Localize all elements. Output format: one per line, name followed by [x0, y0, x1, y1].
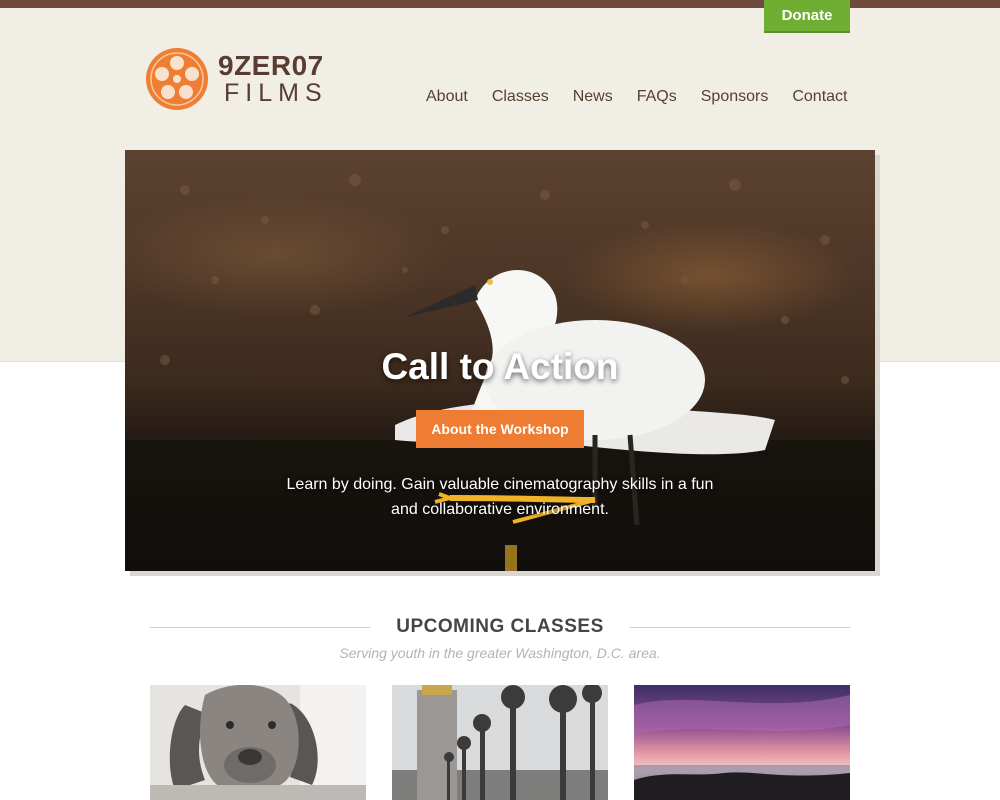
- section-subtitle: Serving youth in the greater Washington,…: [339, 645, 661, 661]
- nav-faqs[interactable]: FAQs: [637, 88, 677, 106]
- dog-photo: [150, 685, 366, 800]
- class-card-image-sunset[interactable]: [634, 685, 850, 800]
- section-title: UPCOMING CLASSES: [396, 616, 604, 637]
- hero-title: Call to Action: [381, 346, 619, 387]
- nav-sponsors[interactable]: Sponsors: [701, 88, 769, 106]
- hero-banner: Call to Action About the Workshop Learn …: [125, 150, 875, 571]
- class-card-image-lamps[interactable]: [392, 685, 608, 800]
- sunset-photo: [634, 685, 850, 800]
- section-rule-right: [630, 627, 850, 628]
- top-bar: [0, 0, 1000, 8]
- site-logo[interactable]: 9ZER07 FILMS: [144, 46, 334, 112]
- film-reel-icon: [146, 48, 208, 110]
- class-card-image-dog[interactable]: [150, 685, 366, 800]
- nav-news[interactable]: News: [573, 88, 613, 106]
- nav-about[interactable]: About: [426, 88, 468, 106]
- logo-text-top: 9ZER07: [218, 50, 324, 81]
- donate-button[interactable]: Donate: [764, 0, 850, 33]
- about-workshop-button[interactable]: About the Workshop: [416, 410, 584, 448]
- nav-classes[interactable]: Classes: [492, 88, 549, 106]
- lamps-photo: [392, 685, 608, 800]
- section-rule-left: [150, 627, 370, 628]
- main-nav: About Classes News FAQs Sponsors Contact: [414, 88, 859, 106]
- nav-contact[interactable]: Contact: [792, 88, 847, 106]
- hero-description: Learn by doing. Gain valuable cinematogr…: [286, 476, 714, 518]
- logo-text-bottom: FILMS: [224, 79, 328, 107]
